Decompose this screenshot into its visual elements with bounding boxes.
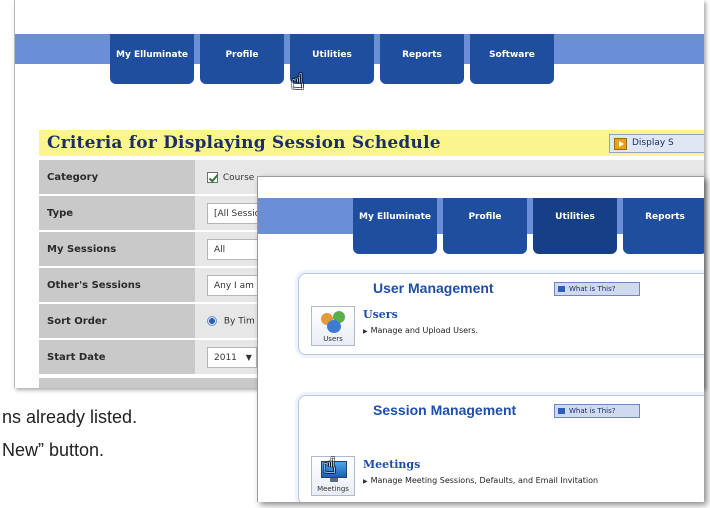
top-strip <box>258 177 704 198</box>
tab-reports[interactable]: Reports <box>623 198 704 254</box>
chevron-down-icon: ▼ <box>245 353 252 362</box>
hand-pointer-icon: ☝ <box>291 70 305 95</box>
tab-my-elluminate[interactable]: My Elluminate <box>353 198 437 254</box>
row-label-type: Type <box>39 196 195 232</box>
what-is-this-button[interactable]: What is This? <box>554 282 640 296</box>
user-management-title: User Management <box>373 280 494 296</box>
play-icon <box>614 138 627 150</box>
users-description: Manage and Upload Users. <box>363 326 478 335</box>
tab-utilities-active[interactable]: Utilities <box>533 198 617 254</box>
criteria-title: Criteria for Displaying Session Schedule <box>39 130 704 156</box>
display-button-label: Display S <box>632 138 674 148</box>
caption-line-2: New” button. <box>2 440 105 460</box>
user-management-panel: User Management What is This? Users User… <box>298 273 704 355</box>
users-icon-button[interactable]: Users <box>311 306 355 346</box>
start-year-value: 2011 <box>214 353 237 363</box>
top-strip <box>15 0 704 34</box>
users-link[interactable]: Users <box>363 308 398 321</box>
sort-order-value: By Tim <box>223 316 255 327</box>
radio-selected-icon <box>207 316 217 326</box>
tab-my-elluminate[interactable]: My Elluminate <box>110 34 194 84</box>
category-value: Course <box>222 173 255 183</box>
start-year-select[interactable]: 2011 ▼ <box>207 347 257 368</box>
session-management-title: Session Management <box>373 402 517 418</box>
row-label-start-date: Start Date <box>39 340 195 376</box>
tab-profile[interactable]: Profile <box>443 198 527 254</box>
users-icon <box>321 311 347 333</box>
hand-pointer-icon: ☝ <box>323 454 337 479</box>
row-label-others-sessions: Other's Sessions <box>39 268 195 304</box>
tab-profile[interactable]: Profile <box>200 34 284 84</box>
checkbox-checked-icon <box>207 172 218 183</box>
row-label-my-sessions: My Sessions <box>39 232 195 268</box>
row-label-sort-order: Sort Order <box>39 304 195 340</box>
users-icon-label: Users <box>323 335 343 343</box>
tab-reports[interactable]: Reports <box>380 34 464 84</box>
session-management-panel: Session Management What is This? Meeting… <box>298 395 704 502</box>
meetings-link[interactable]: Meetings <box>363 458 420 471</box>
what-is-this-button[interactable]: What is This? <box>554 404 640 418</box>
meetings-icon-label: Meetings <box>317 485 349 493</box>
caption-line-1: ns already listed. <box>2 407 138 427</box>
meetings-description: Manage Meeting Sessions, Defaults, and E… <box>363 476 598 485</box>
display-schedule-button[interactable]: Display S <box>609 134 704 153</box>
tab-software[interactable]: Software <box>470 34 554 84</box>
row-label-category: Category <box>39 160 195 196</box>
